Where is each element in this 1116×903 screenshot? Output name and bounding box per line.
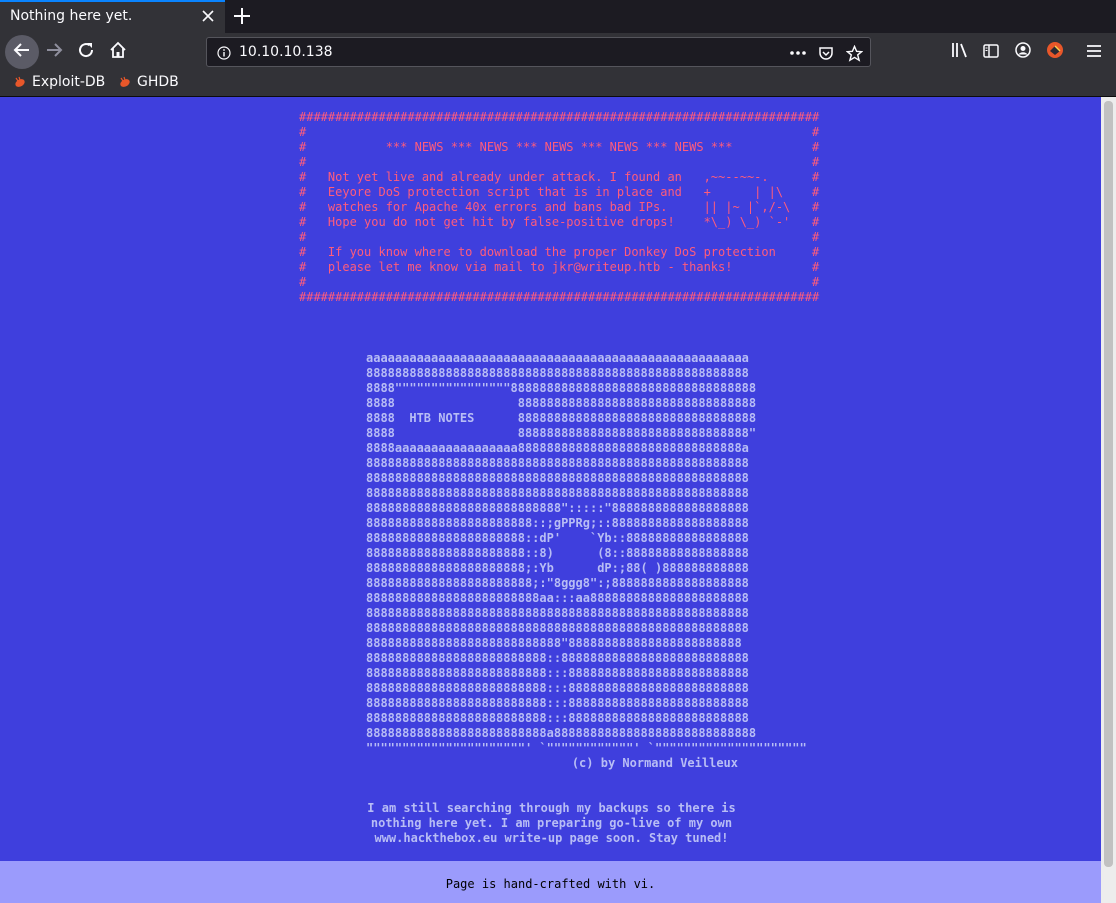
more-icon[interactable]: [788, 43, 808, 63]
back-button[interactable]: [5, 35, 39, 69]
bug-icon: [118, 75, 132, 89]
htb-notes-ascii-art: aaaaaaaaaaaaaaaaaaaaaaaaaaaaaaaaaaaaaaaa…: [366, 351, 807, 755]
url-bar[interactable]: 10.10.10.138: [206, 37, 871, 67]
menu-button[interactable]: [1079, 37, 1109, 67]
reload-icon: [77, 41, 95, 63]
close-icon[interactable]: [199, 7, 217, 25]
news-banner: ########################################…: [299, 110, 820, 304]
info-icon[interactable]: [217, 45, 231, 64]
star-icon[interactable]: [844, 43, 864, 63]
forward-button[interactable]: [39, 37, 69, 67]
plus-icon[interactable]: [231, 5, 253, 27]
tab-title: Nothing here yet.: [10, 8, 133, 24]
bookmark-label: GHDB: [137, 74, 179, 90]
tab-active[interactable]: Nothing here yet.: [0, 0, 225, 33]
bug-icon: [13, 75, 27, 89]
page-footer: Page is hand-crafted with vi.: [0, 861, 1101, 903]
library-button[interactable]: [945, 37, 975, 67]
forward-arrow-icon: [45, 41, 63, 63]
sidebar-button[interactable]: [976, 37, 1006, 67]
url-text[interactable]: 10.10.10.138: [239, 44, 333, 60]
bookmark-exploit-db[interactable]: Exploit-DB: [13, 74, 105, 90]
reload-button[interactable]: [71, 37, 101, 67]
sidebar-icon: [983, 43, 999, 62]
back-arrow-icon: [13, 41, 31, 63]
scrollbar-thumb[interactable]: [1104, 101, 1113, 867]
pocket-icon[interactable]: [816, 43, 836, 63]
library-icon: [951, 42, 969, 62]
footer-text: Page is hand-crafted with vi.: [445, 877, 656, 891]
menu-icon: [1086, 43, 1102, 62]
nav-toolbar: 10.10.10.138: [0, 33, 1116, 71]
page-content: ########################################…: [0, 97, 1101, 903]
account-button[interactable]: [1008, 37, 1038, 67]
bookmarks-toolbar: Exploit-DB GHDB: [0, 71, 1116, 97]
home-icon: [109, 41, 127, 63]
bookmark-ghdb[interactable]: GHDB: [118, 74, 179, 90]
extension-icon: [1046, 41, 1064, 63]
extension-button[interactable]: [1040, 37, 1070, 67]
url-actions: [788, 43, 864, 63]
account-icon: [1015, 42, 1031, 62]
status-message: I am still searching through my backups …: [367, 801, 736, 845]
bookmark-label: Exploit-DB: [32, 74, 106, 90]
home-button[interactable]: [103, 37, 133, 67]
art-credit: (c) by Normand Veilleux: [571, 756, 738, 770]
tab-strip: Nothing here yet.: [0, 0, 1116, 33]
